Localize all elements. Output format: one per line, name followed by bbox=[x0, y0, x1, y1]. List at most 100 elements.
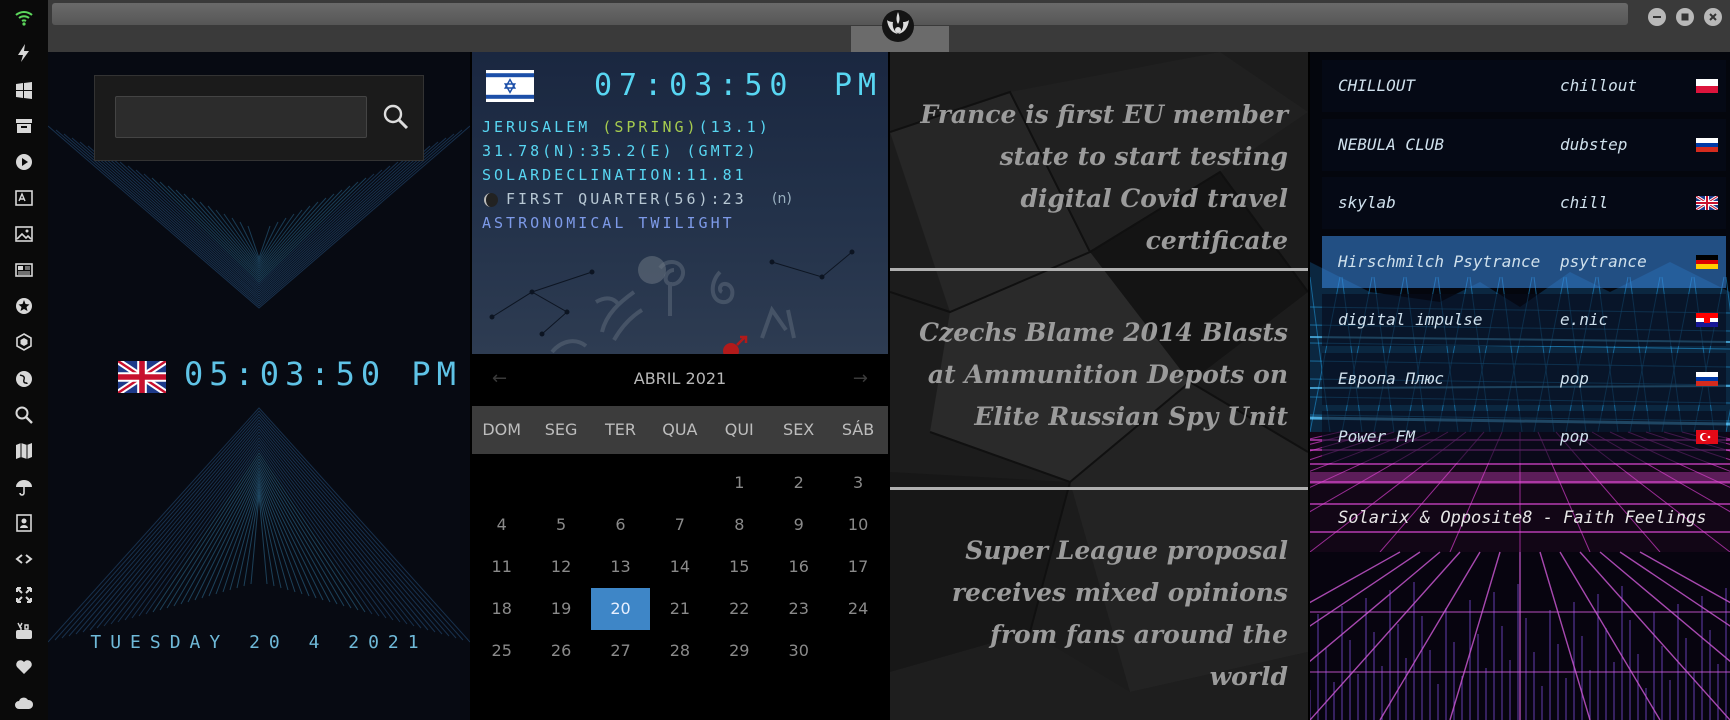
station-row[interactable]: digital impulse e.nic bbox=[1322, 294, 1726, 346]
calendar-day[interactable]: 16 bbox=[769, 546, 828, 588]
calendar-day[interactable]: 18 bbox=[472, 588, 531, 630]
contact-icon[interactable] bbox=[11, 510, 37, 536]
zodiac-background bbox=[489, 249, 855, 354]
now-playing: Solarix & Opposite8 - Faith Feelings bbox=[1338, 508, 1707, 528]
calendar-day[interactable]: 24 bbox=[828, 588, 887, 630]
calendar-day[interactable]: 13 bbox=[591, 546, 650, 588]
umbrella-icon[interactable] bbox=[11, 474, 37, 500]
news-icon[interactable] bbox=[11, 257, 37, 283]
station-row[interactable]: Европа Плюс pop bbox=[1322, 352, 1726, 405]
icon-sidebar bbox=[0, 0, 48, 720]
translate-icon[interactable] bbox=[11, 185, 37, 211]
weekday-label: QUA bbox=[662, 420, 698, 439]
calendar-day[interactable]: 22 bbox=[710, 588, 769, 630]
calendar-day[interactable]: 2 bbox=[769, 462, 828, 504]
search-input[interactable] bbox=[115, 96, 367, 138]
tr-flag-icon bbox=[1696, 430, 1718, 444]
hr-flag-icon bbox=[1696, 313, 1718, 327]
minimize-icon bbox=[1653, 16, 1661, 18]
season-value: (13.1) bbox=[698, 118, 771, 136]
gb-flag-icon bbox=[1696, 196, 1718, 210]
station-row[interactable]: CHILLOUT chillout bbox=[1322, 60, 1726, 112]
rebel-alliance-icon bbox=[882, 10, 914, 42]
map-icon[interactable] bbox=[11, 438, 37, 464]
station-genre: pop bbox=[1560, 427, 1589, 446]
calendar-day[interactable]: 23 bbox=[769, 588, 828, 630]
moon-phase-line: FIRST QUARTER(56):23 bbox=[506, 190, 747, 208]
station-row[interactable]: skylab chill bbox=[1322, 177, 1726, 229]
twilight-line: ASTRONOMICAL TWILIGHT bbox=[482, 214, 735, 232]
calendar-day[interactable]: 9 bbox=[769, 504, 828, 546]
calendar-day[interactable]: 14 bbox=[650, 546, 709, 588]
station-genre: pop bbox=[1560, 368, 1589, 388]
calendar-day[interactable]: 6 bbox=[591, 504, 650, 546]
lightning-icon[interactable] bbox=[11, 40, 37, 66]
calendar-day[interactable]: 15 bbox=[710, 546, 769, 588]
calendar-day[interactable]: 7 bbox=[650, 504, 709, 546]
local-time: 05:03:50 PM bbox=[184, 355, 462, 393]
calendar-day[interactable]: 10 bbox=[828, 504, 887, 546]
calendar-day[interactable]: 29 bbox=[710, 630, 769, 672]
fullscreen-icon[interactable] bbox=[11, 582, 37, 608]
station-name: digital impulse bbox=[1338, 310, 1483, 329]
calendar-day[interactable]: 5 bbox=[531, 504, 590, 546]
calendar-day[interactable]: 1 bbox=[710, 462, 769, 504]
city-season-line: JERUSALEM (SPRING)(13.1) bbox=[482, 118, 771, 136]
declination-line: SOLARDECLINATION:11.81 bbox=[482, 166, 747, 184]
archive-icon[interactable] bbox=[11, 113, 37, 139]
station-name: Power FM bbox=[1338, 427, 1416, 446]
play-icon[interactable] bbox=[11, 149, 37, 175]
windows-icon[interactable] bbox=[11, 77, 37, 103]
calendar-day[interactable]: 4 bbox=[472, 504, 531, 546]
station-name: CHILLOUT bbox=[1338, 76, 1416, 95]
calendar-day[interactable]: 28 bbox=[650, 630, 709, 672]
heart-icon[interactable] bbox=[11, 654, 37, 680]
news-headline[interactable]: France is first EU member state to start… bbox=[908, 94, 1288, 262]
ru-flag-icon bbox=[1696, 371, 1718, 386]
calendar-grid: 1 2 3 4 5 6 7 8 9 10 11 12 13 14 15 16 17 18 19 20 21 22 23 24 2… bbox=[472, 454, 888, 720]
calendar-day[interactable]: 21 bbox=[650, 588, 709, 630]
image-icon[interactable] bbox=[11, 221, 37, 247]
rebel-icon[interactable] bbox=[11, 293, 37, 319]
station-genre: e.nic bbox=[1560, 310, 1609, 329]
weekday-label: DOM bbox=[482, 420, 522, 439]
calendar-day[interactable]: 8 bbox=[710, 504, 769, 546]
calendar-day[interactable]: 19 bbox=[531, 588, 590, 630]
calendar-day[interactable]: 30 bbox=[769, 630, 828, 672]
calendar-day[interactable]: 17 bbox=[828, 546, 887, 588]
weekday-label: QUI bbox=[724, 420, 754, 439]
calendar-day-selected[interactable]: 20 bbox=[590, 588, 651, 630]
calendar-day[interactable]: 25 bbox=[472, 630, 531, 672]
date-display: TUESDAY 20 4 2021 bbox=[90, 632, 428, 653]
cloud-icon[interactable] bbox=[11, 690, 37, 716]
news-headline[interactable]: Super League proposal receives mixed opi… bbox=[908, 530, 1288, 698]
hexagon-icon[interactable] bbox=[11, 329, 37, 355]
pl-flag-icon bbox=[1696, 79, 1718, 93]
calendar-day[interactable]: 3 bbox=[828, 462, 887, 504]
calendar-day[interactable]: 26 bbox=[531, 630, 590, 672]
close-button[interactable] bbox=[1704, 8, 1722, 26]
link-icon[interactable] bbox=[11, 546, 37, 572]
news-separator bbox=[890, 268, 1308, 271]
emblem-tab[interactable] bbox=[840, 0, 956, 52]
search-icon[interactable] bbox=[11, 402, 37, 428]
calendar-day[interactable]: 27 bbox=[591, 630, 650, 672]
station-row[interactable]: NEBULA CLUB dubstep bbox=[1322, 118, 1726, 171]
news-headline[interactable]: Czechs Blame 2014 Blasts at Ammunition D… bbox=[908, 312, 1288, 438]
station-genre: chillout bbox=[1560, 76, 1638, 95]
title-bar bbox=[48, 0, 1730, 52]
weekday-label: TER bbox=[604, 420, 636, 439]
season-label: (SPRING) bbox=[602, 118, 699, 136]
search-button[interactable] bbox=[377, 98, 415, 136]
globe-icon[interactable] bbox=[11, 366, 37, 392]
calendar-day[interactable]: 11 bbox=[472, 546, 531, 588]
next-month-button[interactable]: → bbox=[853, 368, 868, 389]
station-row-active[interactable]: Hirschmilch Psytrance psytrance bbox=[1322, 235, 1726, 288]
youtube-icon[interactable] bbox=[11, 618, 37, 644]
calendar-day[interactable]: 12 bbox=[531, 546, 590, 588]
city-time: 07:03:50 bbox=[594, 68, 795, 103]
minimize-button[interactable] bbox=[1648, 8, 1666, 26]
station-row[interactable]: Power FM pop bbox=[1322, 411, 1726, 463]
wifi-icon[interactable] bbox=[11, 5, 37, 31]
maximize-button[interactable] bbox=[1676, 8, 1694, 26]
